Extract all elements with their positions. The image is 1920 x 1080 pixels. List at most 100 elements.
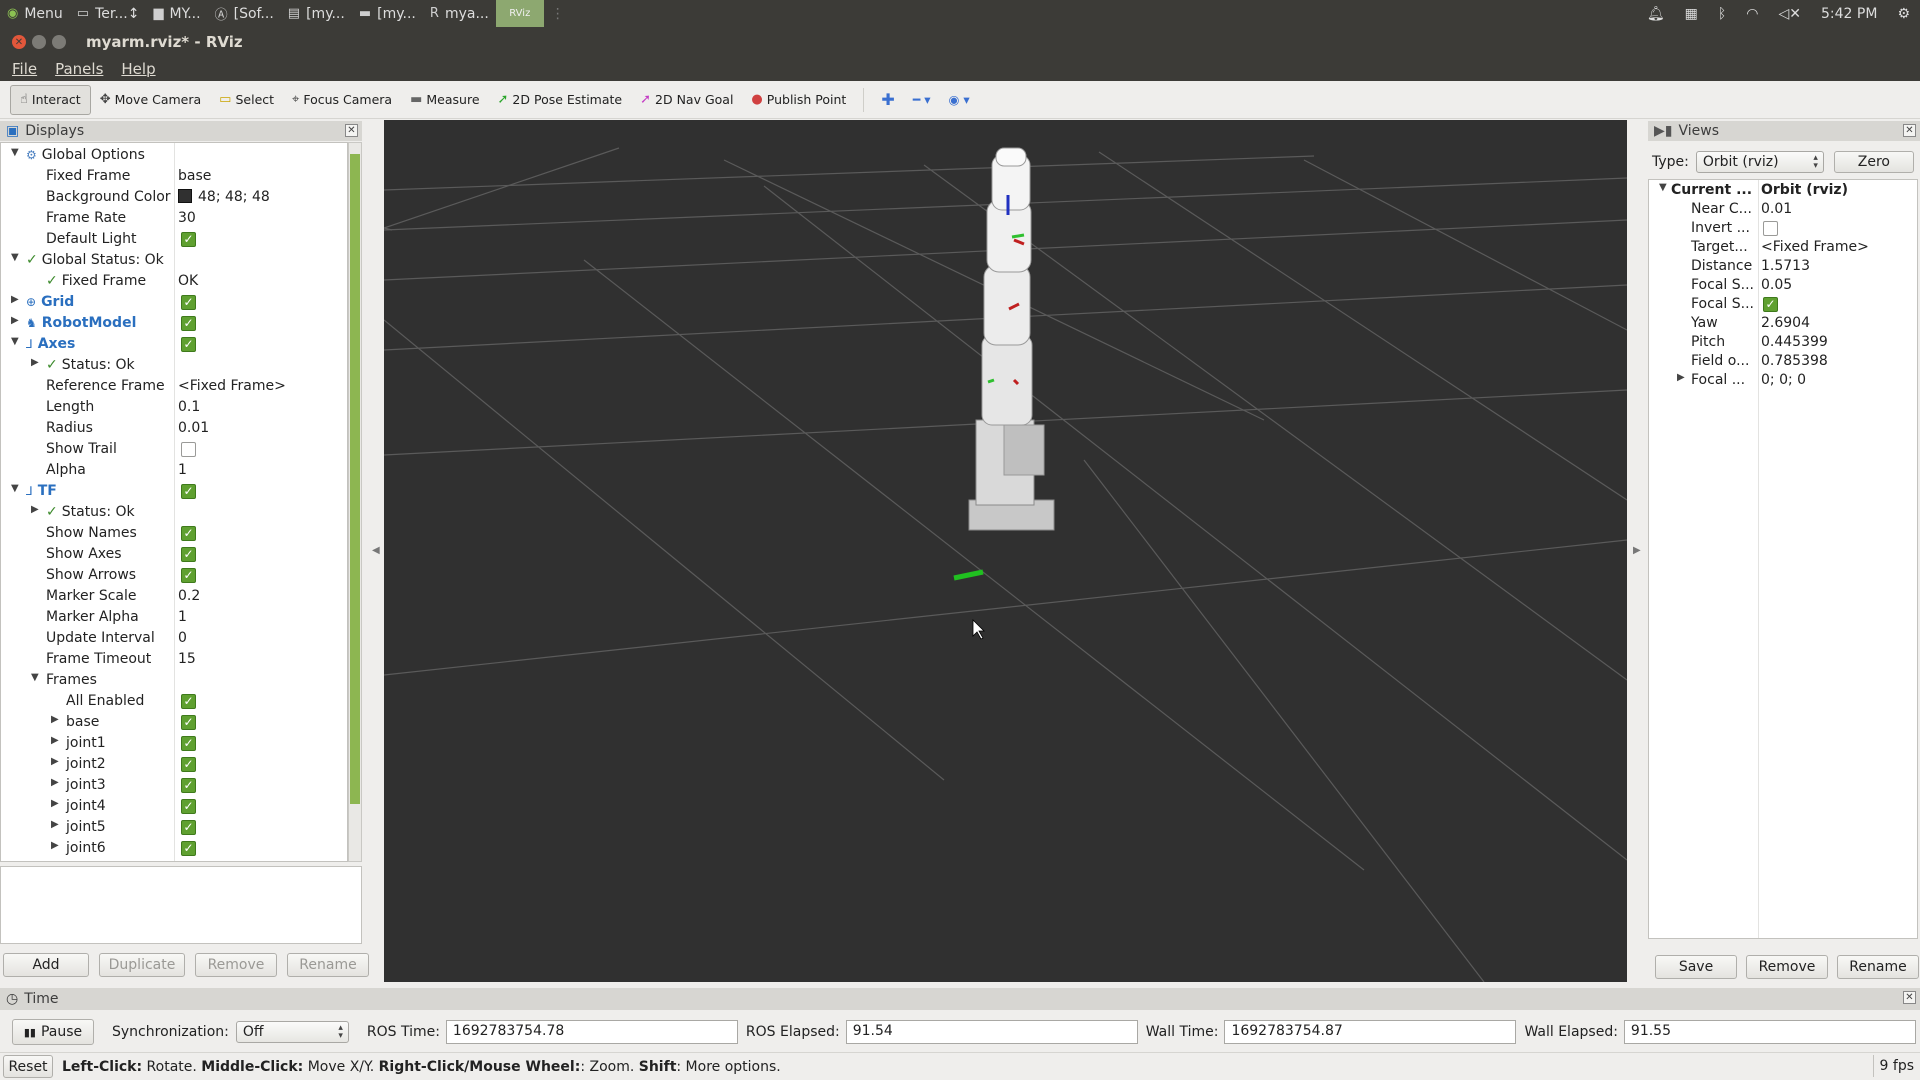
tool-select-button[interactable]: ▭ Select [210, 85, 283, 115]
display-tree-row[interactable]: Frame Rate 30 [1, 208, 347, 229]
display-tree-row[interactable]: Marker Alpha 1 [1, 607, 347, 628]
display-tree-row[interactable]: ▶ ✓ Status: Ok [1, 355, 347, 376]
close-time-panel-icon[interactable]: ✕ [1903, 991, 1916, 1004]
view-property-row[interactable]: Yaw 2.6904 [1649, 314, 1917, 333]
add-tool-icon[interactable]: ✚ [872, 85, 903, 115]
expand-down-arrow-icon[interactable]: ▼ [11, 252, 19, 263]
display-checkbox[interactable]: ✓ [181, 484, 196, 499]
display-tree-row[interactable]: Alpha 1 [1, 460, 347, 481]
3d-render-viewport[interactable] [384, 120, 1627, 982]
expand-right-arrow-icon[interactable]: ▶ [51, 840, 59, 851]
zero-view-button[interactable]: Zero [1833, 151, 1914, 173]
display-row-value[interactable]: <Fixed Frame> [178, 378, 286, 394]
display-tree-row[interactable]: ▼ ⅃ TF ✓ [1, 481, 347, 502]
save-view-button[interactable]: Save [1655, 955, 1737, 979]
add-display-button[interactable]: Add [3, 953, 89, 977]
expand-right-arrow-icon[interactable]: ▶ [11, 294, 19, 305]
maximize-window-button[interactable] [52, 35, 66, 49]
display-checkbox[interactable]: ✓ [181, 232, 196, 247]
display-tree-row[interactable]: ▶ joint2 ✓ [1, 754, 347, 775]
collapse-left-arrow-icon[interactable]: ◀ [372, 545, 380, 556]
expand-right-arrow-icon[interactable]: ▶ [51, 714, 59, 725]
displays-panel-header[interactable]: ▣ Displays ✕ [0, 121, 362, 141]
expand-right-arrow-icon[interactable]: ▶ [51, 777, 59, 788]
pause-button[interactable]: ▮▮ Pause [12, 1019, 94, 1045]
display-checkbox[interactable]: ✓ [181, 757, 196, 772]
view-type-select[interactable]: Orbit (rviz) ▴ ▾ [1695, 151, 1824, 173]
view-property-row[interactable]: ▼ Current ... Orbit (rviz) [1649, 181, 1917, 200]
display-tree-row[interactable]: ▶ joint5 ✓ [1, 817, 347, 838]
notifications-icon[interactable]: 🔔︎ [1637, 0, 1675, 27]
rename-display-button[interactable]: Rename [287, 953, 369, 977]
menu-panels[interactable]: Panels [49, 60, 109, 78]
expand-down-arrow-icon[interactable]: ▼ [31, 672, 39, 683]
view-property-value[interactable]: 0.445399 [1761, 334, 1828, 350]
display-tree-row[interactable]: ▶ joint3 ✓ [1, 775, 347, 796]
display-tree-row[interactable]: Show Axes ✓ [1, 544, 347, 565]
expand-down-arrow-icon[interactable]: ▼ [1659, 182, 1667, 193]
display-tree-row[interactable]: Show Trail [1, 439, 347, 460]
display-checkbox[interactable]: ✓ [181, 547, 196, 562]
displays-tree[interactable]: ▼ ⚙ Global Options Fixed Frame base Backgroun… [0, 142, 348, 862]
display-tree-row[interactable]: ▶ ♞ RobotModel ✓ [1, 313, 347, 334]
display-checkbox[interactable]: ✓ [181, 799, 196, 814]
close-panel-icon[interactable]: ✕ [345, 124, 358, 137]
display-row-value[interactable]: 1 [178, 609, 187, 625]
display-tree-row[interactable]: ▼ ✓ Global Status: Ok [1, 250, 347, 271]
remove-tool-icon[interactable]: ━ ▾ [904, 85, 940, 115]
view-property-row[interactable]: Near C... 0.01 [1649, 200, 1917, 219]
menu-file[interactable]: File [6, 60, 43, 78]
taskbar-item[interactable]: ▭ Ter...↕ [70, 0, 147, 27]
expand-right-arrow-icon[interactable]: ▶ [51, 756, 59, 767]
volume-muted-icon[interactable]: ◁✕ [1769, 0, 1812, 27]
tool-publish-point-button[interactable]: ● Publish Point [742, 85, 855, 115]
ros-time-field[interactable]: 1692783754.78 [445, 1020, 738, 1044]
system-menu-button[interactable]: ◉ Menu [0, 0, 70, 27]
view-property-value[interactable]: 1.5713 [1761, 258, 1810, 274]
taskbar-item[interactable]: Rmya... [423, 0, 496, 27]
view-property-row[interactable]: Invert ... [1649, 219, 1917, 238]
rename-view-button[interactable]: Rename [1837, 955, 1919, 979]
view-property-row[interactable]: ▶ Focal ... 0; 0; 0 [1649, 371, 1917, 390]
display-tree-row[interactable]: ▼ Frames [1, 670, 347, 691]
calendar-icon[interactable]: ▦ [1675, 0, 1708, 27]
display-tree-row[interactable]: Fixed Frame base [1, 166, 347, 187]
display-checkbox[interactable]: ✓ [181, 295, 196, 310]
display-tree-row[interactable]: ▼ ⅃ Axes ✓ [1, 334, 347, 355]
clock[interactable]: 5:42 PM [1811, 0, 1887, 27]
taskbar-item[interactable]: ▆ MY... [146, 0, 207, 27]
display-tree-row[interactable]: Show Names ✓ [1, 523, 347, 544]
close-views-panel-icon[interactable]: ✕ [1903, 124, 1916, 137]
wall-elapsed-field[interactable]: 91.55 [1623, 1020, 1916, 1044]
expand-down-arrow-icon[interactable]: ▼ [11, 147, 19, 158]
display-checkbox[interactable]: ✓ [181, 820, 196, 835]
remove-display-button[interactable]: Remove [195, 953, 277, 977]
display-row-value[interactable]: 0.1 [178, 399, 200, 415]
display-row-value[interactable]: 0.01 [178, 420, 209, 436]
view-property-value[interactable]: 0.05 [1761, 277, 1792, 293]
view-property-row[interactable]: Focal S... ✓ [1649, 295, 1917, 314]
display-row-value[interactable]: 15 [178, 651, 196, 667]
displays-scrollbar[interactable] [348, 142, 362, 862]
display-row-value[interactable]: 48; 48; 48 [178, 189, 270, 205]
display-row-value[interactable]: OK [178, 273, 198, 289]
view-property-value[interactable]: 0.785398 [1761, 353, 1828, 369]
tool-measure-button[interactable]: ▬ Measure [401, 85, 488, 115]
reset-button[interactable]: Reset [3, 1055, 53, 1078]
expand-right-arrow-icon[interactable]: ▶ [1677, 372, 1685, 383]
display-tree-row[interactable]: Show Arrows ✓ [1, 565, 347, 586]
display-row-value[interactable]: 30 [178, 210, 196, 226]
display-row-value[interactable]: 1 [178, 462, 187, 478]
view-property-value[interactable]: 0; 0; 0 [1761, 372, 1806, 388]
sync-select[interactable]: Off ▴ ▾ [235, 1021, 349, 1043]
display-tree-row[interactable]: Radius 0.01 [1, 418, 347, 439]
display-tree-row[interactable]: ▼ ⚙ Global Options [1, 145, 347, 166]
view-property-row[interactable]: Target... <Fixed Frame> [1649, 238, 1917, 257]
tool-move-camera-button[interactable]: ✥ Move Camera [91, 85, 210, 115]
tool-2d-pose-estimate-button[interactable]: ➚ 2D Pose Estimate [489, 85, 632, 115]
view-property-row[interactable]: Field o... 0.785398 [1649, 352, 1917, 371]
display-tree-row[interactable]: ▶ ✓ Status: Ok [1, 502, 347, 523]
taskbar-item[interactable]: ▤ [my... [281, 0, 352, 27]
display-tree-row[interactable]: Reference Frame <Fixed Frame> [1, 376, 347, 397]
duplicate-display-button[interactable]: Duplicate [99, 953, 185, 977]
